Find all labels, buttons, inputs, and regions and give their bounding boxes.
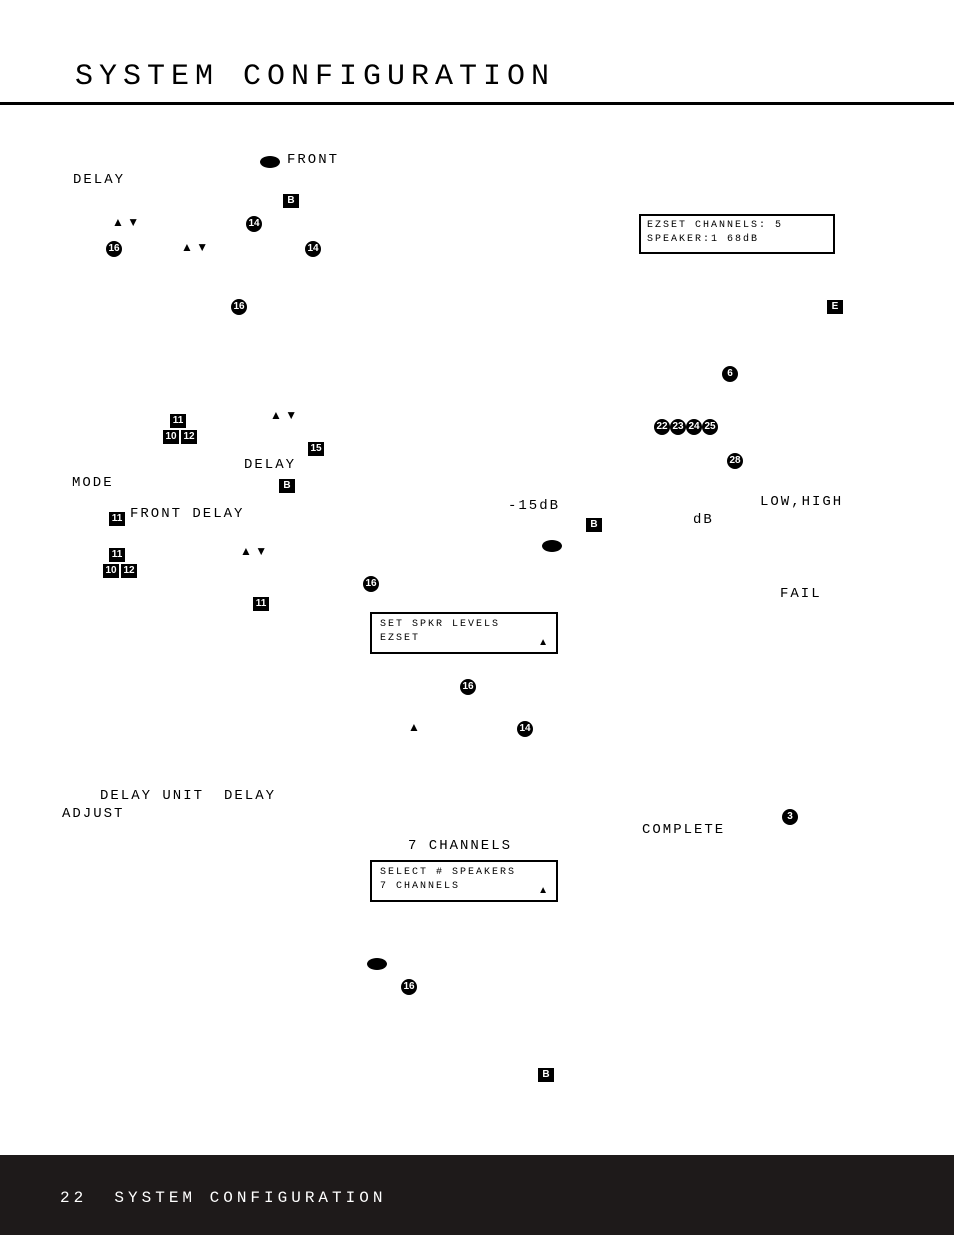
badge-16-icon: 16 [231, 296, 247, 315]
page-title: SYSTEM CONFIGURATION [75, 60, 555, 94]
select-speakers-box: SELECT # SPEAKERS 7 CHANNELS ▲ [370, 860, 558, 902]
badge-14-icon: 14 [517, 718, 533, 737]
badge-16-icon: 16 [460, 676, 476, 695]
badge-14-icon: 14 [305, 238, 321, 257]
label-delay-unit: DELAY UNIT [100, 788, 204, 804]
up-down-arrows-icon: ▲ ▼ [270, 408, 297, 422]
label-delay-1: DELAY [73, 172, 125, 188]
horizontal-rule [0, 102, 954, 105]
badge-b-icon: B [283, 190, 299, 208]
bullet-icon [260, 156, 280, 168]
badge-24-icon: 24 [686, 416, 702, 435]
set-spkr-levels-box: SET SPKR LEVELS EZSET ▲ [370, 612, 558, 654]
box2-line1: SELECT # SPEAKERS [380, 866, 548, 880]
label-low-high: LOW,HIGH [760, 494, 843, 510]
bullet-icon [367, 958, 387, 970]
ezset-channels-box: EZSET CHANNELS: 5 SPEAKER:1 68dB [639, 214, 835, 254]
badge-22-icon: 22 [654, 416, 670, 435]
badge-16-icon: 16 [106, 238, 122, 257]
badge-b-icon: B [586, 514, 602, 532]
page: SYSTEM CONFIGURATION FRONT DELAY B ▲ ▼ 1… [0, 0, 954, 1235]
badge-11-icon: 11 [253, 593, 269, 611]
badge-25-icon: 25 [702, 416, 718, 435]
badge-28-icon: 28 [727, 450, 743, 469]
box1-line1: SET SPKR LEVELS [380, 618, 548, 632]
label-mode: MODE [72, 475, 114, 491]
label-fail: FAIL [780, 586, 822, 602]
up-down-arrows-icon: ▲ ▼ [240, 544, 267, 558]
badge-e-icon: E [827, 296, 843, 314]
bullet-icon [542, 540, 562, 552]
up-arrow-icon: ▲ [408, 720, 420, 734]
box1-line2: EZSET [380, 632, 548, 646]
badge-16-icon: 16 [401, 976, 417, 995]
label-7-channels: 7 CHANNELS [408, 838, 512, 854]
badge-16-icon: 16 [363, 573, 379, 592]
label-delay-3: DELAY [224, 788, 276, 804]
badge-6-icon: 6 [722, 363, 738, 382]
box3-line2: SPEAKER:1 68dB [647, 233, 827, 247]
badge-b-icon: B [279, 475, 295, 493]
badge-12-icon: 12 [121, 560, 137, 578]
badge-23-icon: 23 [670, 416, 686, 435]
up-down-arrows-icon: ▲ ▼ [112, 215, 139, 229]
page-footer: 22 SYSTEM CONFIGURATION [0, 1155, 954, 1235]
badge-12-icon: 12 [181, 426, 197, 444]
badge-10-icon: 10 [163, 426, 179, 444]
label-minus15db: -15dB [508, 498, 560, 514]
footer-text: 22 SYSTEM CONFIGURATION [60, 1189, 386, 1207]
badge-15-icon: 15 [308, 438, 324, 456]
badge-3-icon: 3 [782, 806, 798, 825]
badge-14-icon: 14 [246, 213, 262, 232]
up-down-arrows-icon: ▲ ▼ [181, 240, 208, 254]
up-arrow-icon: ▲ [538, 885, 548, 896]
badge-10-icon: 10 [103, 560, 119, 578]
footer-section: SYSTEM CONFIGURATION [114, 1189, 386, 1207]
badge-b-icon: B [538, 1064, 554, 1082]
badge-11-icon: 11 [109, 508, 125, 526]
box2-line2: 7 CHANNELS [380, 880, 548, 894]
page-number: 22 [60, 1189, 87, 1207]
up-arrow-icon: ▲ [538, 637, 548, 648]
label-delay-2: DELAY [244, 457, 296, 473]
label-front-delay: FRONT DELAY [130, 506, 244, 522]
box3-line1: EZSET CHANNELS: 5 [647, 219, 827, 233]
label-adjust: ADJUST [62, 806, 124, 822]
label-complete: COMPLETE [642, 822, 725, 838]
label-db: dB [693, 512, 714, 528]
label-front: FRONT [287, 152, 339, 168]
